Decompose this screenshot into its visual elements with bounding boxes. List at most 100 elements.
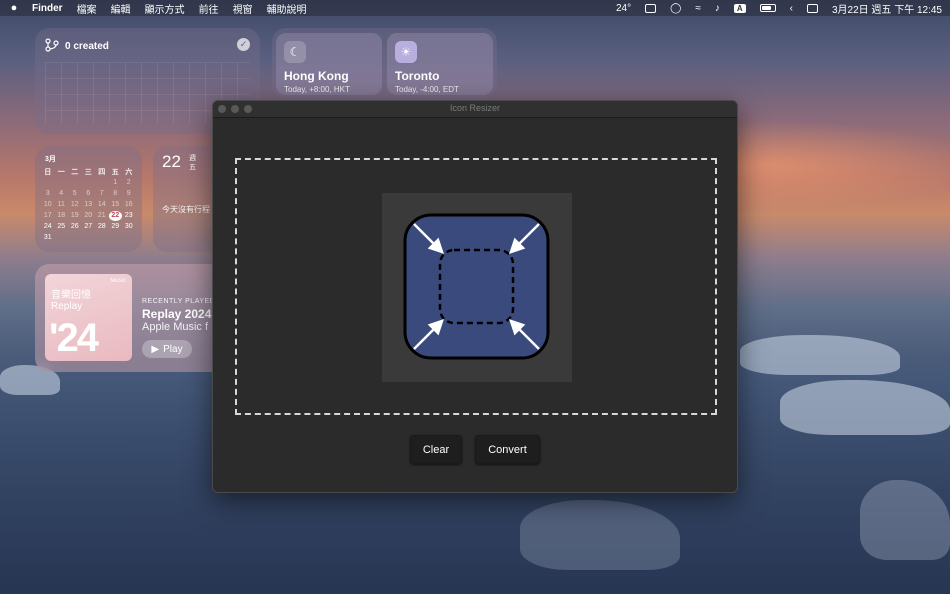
- calendar-day: 12: [70, 201, 79, 208]
- calendar-day: 6: [86, 190, 91, 197]
- menu-app-name[interactable]: Finder: [32, 3, 63, 14]
- window-titlebar[interactable]: Icon Resizer: [213, 101, 737, 118]
- play-label: Play: [163, 343, 183, 355]
- calendar-weekday: 六: [125, 169, 133, 176]
- calendar-day: 11: [57, 201, 65, 208]
- calendar-month: 3月: [45, 156, 56, 163]
- calendar-blank: [82, 178, 96, 188]
- icon-resizer-window: Icon Resizer Clear Convert: [212, 100, 738, 493]
- chevron-left-icon[interactable]: ‹: [790, 3, 793, 14]
- calendar-day: 14: [97, 201, 106, 208]
- day-number: 22: [162, 152, 181, 171]
- album-year: '24: [49, 316, 99, 360]
- calendar-widget[interactable]: 3月 日一二三四五六 1 2 3 4 5 6 7 8 9 10 11 12 13 14 15 16 17 18 19 2…: [35, 146, 142, 252]
- clock-city: Hong Kong: [284, 69, 349, 83]
- battery-icon[interactable]: [759, 4, 776, 12]
- album-title-line: 音樂回憶: [51, 290, 91, 301]
- calendar-day: 7: [99, 190, 104, 197]
- clock-card-toronto[interactable]: ☀ Toronto Today, -4:00, EDT: [387, 33, 493, 95]
- calendar-weekday: 日: [44, 169, 52, 176]
- window-title: Icon Resizer: [449, 103, 501, 113]
- calendar-weekday: 五: [111, 169, 119, 176]
- weekday-label: 週 五: [189, 154, 196, 172]
- menu-go[interactable]: 前往: [199, 1, 219, 16]
- calendar-grid: 日一二三四五六 1 2 3 4 5 6 7 8 9 10 11 12 13 14 15 16 17 18 19 20 21…: [41, 167, 136, 243]
- calendar-day: 31: [43, 234, 52, 241]
- music-info: RECENTLY PLAYED Replay 2024 Apple Music …: [142, 298, 215, 333]
- calendar-blank: [55, 178, 69, 188]
- menu-edit[interactable]: 編輯: [111, 1, 131, 16]
- calendar-day: 19: [70, 212, 79, 219]
- calendar-day: 24: [43, 223, 52, 230]
- screen-mirroring-icon[interactable]: [645, 3, 657, 13]
- calendar-day: 13: [84, 201, 93, 208]
- calendar-day: 30: [124, 223, 133, 230]
- album-title-line: Replay: [51, 301, 83, 312]
- wallpaper-iceberg: [740, 335, 900, 375]
- icon-preview: [382, 193, 572, 382]
- clear-button[interactable]: Clear: [410, 435, 462, 464]
- menu-file[interactable]: 檔案: [77, 1, 97, 16]
- created-count: 0 created: [65, 41, 109, 52]
- world-clock-widget[interactable]: ☾ Hong Kong Today, +8:00, HKT ☀ Toronto …: [272, 28, 497, 100]
- volume-icon[interactable]: ♪: [715, 3, 720, 14]
- calendar-weekday: 四: [98, 169, 106, 176]
- wifi-icon[interactable]: ≈: [695, 3, 701, 14]
- album-artwork[interactable]: Music 音樂回憶 Replay '24: [45, 274, 132, 361]
- checkmark-icon: ✓: [237, 38, 250, 51]
- menu-clock[interactable]: 3月22日 週五 下午 12:45: [832, 1, 942, 16]
- calendar-day: 5: [72, 190, 77, 197]
- calendar-weekday: 二: [71, 169, 79, 176]
- apple-menu-icon[interactable]: ●: [8, 2, 20, 14]
- branch-icon: [45, 38, 59, 55]
- no-events-text: 今天沒有行程: [162, 205, 210, 214]
- calendar-day: 21: [97, 212, 106, 219]
- calendar-day: 17: [43, 212, 52, 219]
- calendar-day-today: 22: [108, 211, 122, 221]
- sun-icon: ☀: [395, 41, 417, 63]
- calendar-day: 25: [57, 223, 66, 230]
- menu-view[interactable]: 顯示方式: [145, 1, 185, 16]
- calendar-day: 9: [126, 190, 131, 197]
- weather-temperature[interactable]: 24°: [616, 3, 631, 14]
- music-badge: Music: [110, 278, 126, 284]
- music-subtitle: Apple Music f: [142, 321, 209, 333]
- moon-icon: ☾: [284, 41, 306, 63]
- calendar-day: 1: [113, 179, 118, 186]
- music-title: Replay 2024: [142, 307, 212, 321]
- clock-card-hong-kong[interactable]: ☾ Hong Kong Today, +8:00, HKT: [276, 33, 382, 95]
- calendar-blank: [68, 178, 82, 188]
- calendar-day: 3: [45, 190, 50, 197]
- calendar-day: 29: [111, 223, 120, 230]
- calendar-day: 8: [113, 190, 118, 197]
- menu-bar: ● Finder 檔案 編輯 顯示方式 前往 視窗 輔助說明 24° ◯ ≈ ♪…: [0, 0, 950, 16]
- calendar-day: 10: [43, 201, 52, 208]
- calendar-day: 16: [124, 201, 133, 208]
- calendar-weekday: 三: [84, 169, 92, 176]
- weekday-line: 五: [189, 164, 196, 171]
- play-icon: ▶: [151, 343, 160, 355]
- clock-detail: Today, +8:00, HKT: [284, 85, 350, 94]
- menu-help[interactable]: 輔助說明: [267, 1, 307, 16]
- calendar-blank: [95, 178, 109, 188]
- weekday-line: 週: [189, 155, 196, 162]
- calendar-day: 26: [70, 223, 79, 230]
- calendar-day: 2: [126, 179, 131, 186]
- clock-city: Toronto: [395, 69, 440, 83]
- calendar-day: 27: [84, 223, 93, 230]
- image-drop-zone[interactable]: [235, 158, 717, 415]
- calendar-day: 15: [111, 201, 120, 208]
- clock-detail: Today, -4:00, EDT: [395, 85, 459, 94]
- input-source-indicator[interactable]: A: [733, 3, 746, 13]
- calendar-day: 18: [57, 212, 66, 219]
- recently-played-label: RECENTLY PLAYED: [142, 298, 216, 305]
- calendar-weekday: 一: [57, 169, 65, 176]
- play-button[interactable]: ▶ Play: [142, 340, 192, 358]
- convert-button[interactable]: Convert: [475, 435, 540, 464]
- siri-icon[interactable]: ◯: [670, 3, 681, 14]
- menu-window[interactable]: 視窗: [233, 1, 253, 16]
- resize-icon: [403, 213, 550, 360]
- control-center-icon[interactable]: [806, 3, 818, 13]
- calendar-day: 23: [124, 212, 133, 219]
- calendar-day: 4: [59, 190, 64, 197]
